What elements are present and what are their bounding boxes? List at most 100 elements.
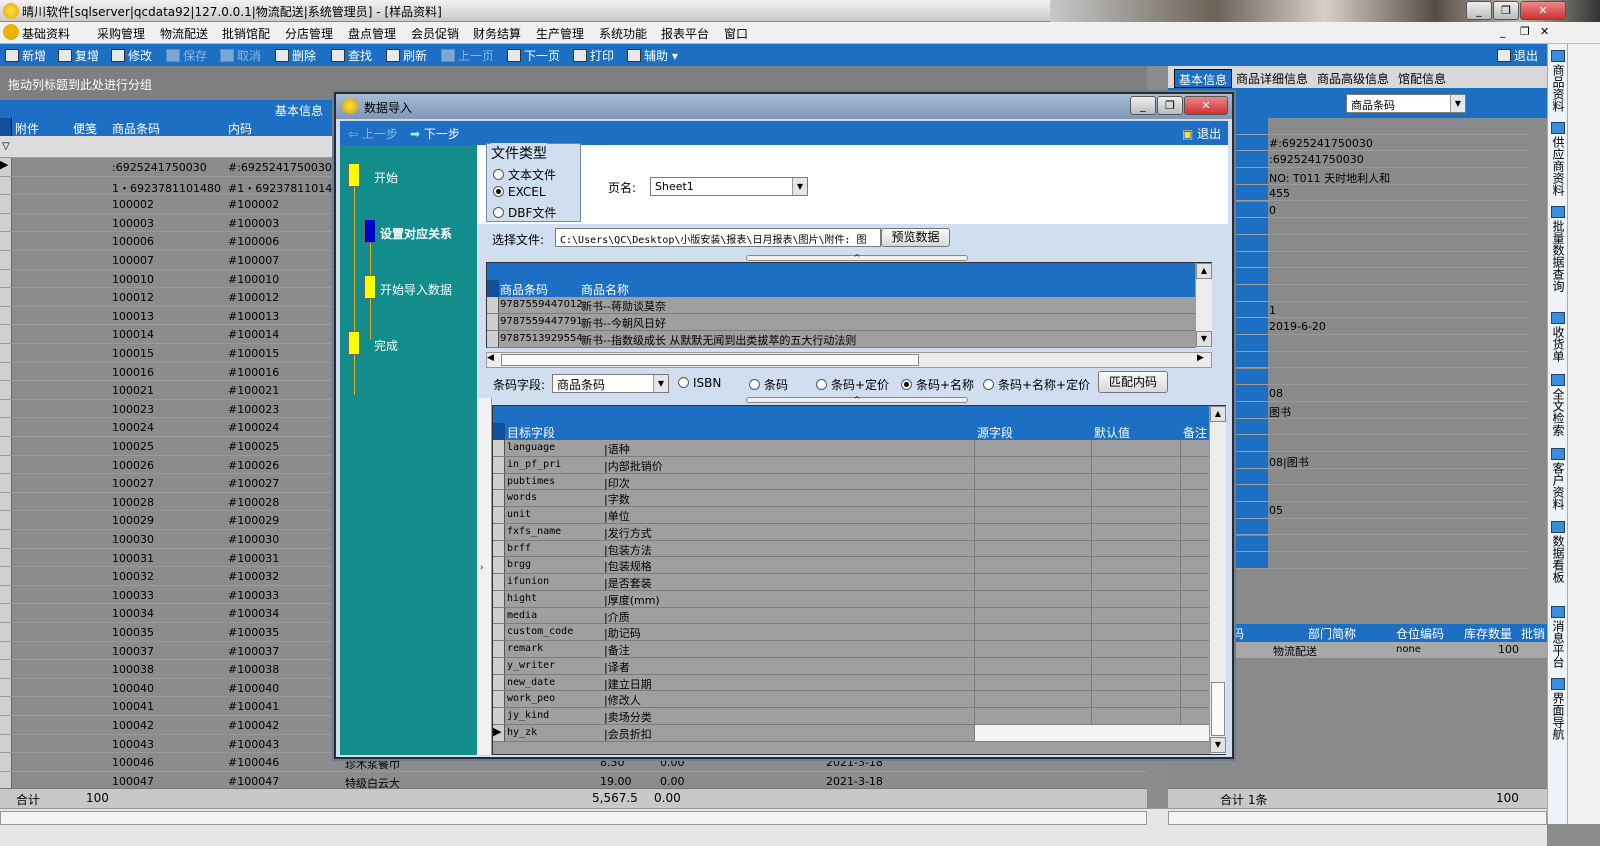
print-button[interactable]: 打印 [573, 47, 614, 64]
mapping-row[interactable]: brff |包装方法 [493, 540, 1210, 558]
match-barcode-price[interactable]: 条码+定价 [816, 376, 889, 393]
delete-button[interactable]: 删除 [275, 47, 316, 64]
cancel-button[interactable]: 取消 [220, 47, 261, 64]
mapping-row[interactable]: ▶ hy_zk |会员折扣 [493, 724, 1210, 742]
collapse-handle-icon[interactable]: ^ [746, 254, 968, 262]
mapping-row[interactable]: pubtimes |印次 [493, 473, 1210, 491]
match-barcode-name-price[interactable]: 条码+名称+定价 [983, 376, 1090, 393]
copy-add-button[interactable]: 复增 [58, 47, 99, 64]
exit-button[interactable]: 退出 [1497, 47, 1538, 64]
mapping-row[interactable]: jy_kind |卖场分类 [493, 708, 1210, 725]
menu-item[interactable]: 会员促销 [411, 25, 459, 42]
new-button[interactable]: 新增 [5, 47, 46, 64]
scroll-down-icon[interactable]: ▼ [1210, 737, 1226, 753]
tab-advanced-info[interactable]: 商品高级信息 [1313, 69, 1393, 88]
menu-item[interactable]: 采购管理 [97, 25, 145, 42]
col-note[interactable]: 便笺 [73, 120, 97, 137]
strip-navigation[interactable]: 界面导航 [1550, 692, 1567, 740]
outer-scrollbar[interactable] [1567, 44, 1600, 824]
strip-customer[interactable]: 客户资料 [1550, 462, 1567, 510]
assist-button[interactable]: 辅助 ▾ [627, 47, 678, 64]
col-barcode[interactable]: 商品条码 [112, 120, 160, 137]
menu-item[interactable]: 报表平台 [661, 25, 709, 42]
sheet-select[interactable]: Sheet1 ▼ [650, 177, 808, 196]
strip-batch-query[interactable]: 批量数据查询 [1550, 220, 1567, 292]
mapping-row[interactable]: ifunion |是否套装 [493, 574, 1210, 591]
strip-receipt[interactable]: 收货单 [1550, 326, 1567, 362]
menu-item[interactable]: 生产管理 [536, 25, 584, 42]
mapping-vscroll[interactable]: ▲ ▼ [1209, 406, 1226, 754]
close-icon[interactable]: ✕ [1520, 1, 1566, 20]
col-internal-code[interactable]: 内码 [228, 120, 252, 137]
preview-vscroll[interactable]: ▲ ▼ [1195, 263, 1212, 348]
preview-row[interactable]: 9787559447012 新书--蒋勋谈莫奈 [487, 297, 1195, 314]
mapping-col-source[interactable]: 源字段 [977, 424, 1013, 441]
dialog-exit-button[interactable]: ▣ 退出 [1182, 125, 1221, 142]
barcode-field-select[interactable]: 商品条码 ▼ [552, 374, 669, 393]
mapping-row[interactable]: custom_code |助记码 [493, 624, 1210, 641]
mdi-restore-icon[interactable]: ❐ [1520, 25, 1530, 38]
preview-col-barcode[interactable]: 商品条码 [500, 281, 548, 298]
minimize-icon[interactable]: _ [1466, 1, 1492, 20]
next-page-button[interactable]: 下一页 [507, 47, 560, 64]
field-select[interactable]: 商品条码 ▼ [1346, 94, 1466, 113]
radio-text-file[interactable]: 文本文件 [493, 166, 556, 183]
vscroll-thumb[interactable] [1211, 682, 1225, 736]
strip-goods[interactable]: 商品资料 [1550, 64, 1567, 112]
source-field-input[interactable] [975, 724, 1210, 741]
prev-step-button[interactable]: ⇦ 上一步 [348, 125, 398, 142]
mapping-row[interactable]: new_date |建立日期 [493, 674, 1210, 692]
column-chooser-icon[interactable] [493, 423, 505, 440]
mapping-side-handle[interactable]: › [477, 398, 492, 755]
strip-supplier[interactable]: 供应商资料 [1550, 136, 1567, 196]
file-path-input[interactable]: C:\Users\QC\Desktop\小版安装\报表\日月报表\图片\附件: … [555, 228, 881, 247]
mapping-col-default[interactable]: 默认值 [1094, 424, 1130, 441]
find-button[interactable]: 查找 [331, 47, 372, 64]
strip-message[interactable]: 消息平台 [1550, 620, 1567, 668]
edit-button[interactable]: 修改 [111, 47, 152, 64]
bottom-scrollbar-area[interactable] [0, 808, 1547, 846]
radio-excel[interactable]: EXCEL [493, 185, 546, 199]
mdi-minimize-icon[interactable]: _ [1500, 25, 1506, 38]
col-attachment[interactable]: 附件 [15, 120, 39, 137]
menu-item[interactable]: 系统功能 [599, 25, 647, 42]
mapping-row[interactable]: work_peo |修改人 [493, 691, 1210, 708]
match-barcode-name[interactable]: 条码+名称 [901, 376, 974, 393]
tab-library-info[interactable]: 馆配信息 [1394, 69, 1450, 88]
mapping-row[interactable]: hight |厚度(mm) [493, 590, 1210, 608]
menu-item[interactable]: 物流配送 [160, 25, 208, 42]
strip-fulltext[interactable]: 全文检索 [1550, 388, 1567, 436]
mapping-row[interactable]: in_pf_pri |内部批销价 [493, 456, 1210, 474]
mapping-row[interactable]: unit |单位 [493, 507, 1210, 524]
match-code-button[interactable]: 匹配内码 [1098, 371, 1168, 393]
mapping-row[interactable]: language |语种 [493, 440, 1210, 457]
column-chooser-icon[interactable] [487, 280, 499, 297]
match-barcode[interactable]: 条码 [749, 376, 788, 393]
match-isbn[interactable]: ISBN [678, 376, 721, 390]
left-hscroll[interactable] [0, 811, 1147, 825]
dialog-maximize-icon[interactable]: ❐ [1157, 96, 1183, 115]
next-step-button[interactable]: ➡ 下一步 [410, 125, 460, 142]
mapping-row[interactable]: media |介质 [493, 607, 1210, 625]
scroll-left-icon[interactable]: ◀ [487, 353, 494, 363]
menu-item[interactable]: 分店管理 [285, 25, 333, 42]
mapping-row[interactable]: fxfs_name |发行方式 [493, 523, 1210, 541]
menu-item[interactable]: 窗口 [724, 25, 748, 42]
chevron-right-icon[interactable]: › [480, 563, 484, 573]
preview-col-name[interactable]: 商品名称 [581, 281, 629, 298]
prev-page-button[interactable]: 上一页 [441, 47, 494, 64]
maximize-icon[interactable]: ❐ [1493, 1, 1519, 20]
scroll-up-icon[interactable]: ▲ [1196, 263, 1212, 279]
dialog-minimize-icon[interactable]: _ [1130, 96, 1156, 115]
menu-item[interactable]: 批销馆配 [222, 25, 270, 42]
mapping-col-remark[interactable]: 备注 [1183, 424, 1207, 441]
tab-basic-info[interactable]: 基本信息 [1174, 69, 1233, 88]
scroll-down-icon[interactable]: ▼ [1196, 331, 1212, 347]
refresh-button[interactable]: 刷新 [386, 47, 427, 64]
hscroll-thumb[interactable] [501, 354, 919, 366]
strip-dashboard[interactable]: 数据看板 [1550, 535, 1567, 583]
radio-dbf[interactable]: DBF文件 [493, 204, 556, 221]
preview-row[interactable]: 9787559447791 新书--今朝风日好 [487, 314, 1195, 331]
scroll-up-icon[interactable]: ▲ [1210, 406, 1226, 422]
menu-item[interactable]: 盘点管理 [348, 25, 396, 42]
